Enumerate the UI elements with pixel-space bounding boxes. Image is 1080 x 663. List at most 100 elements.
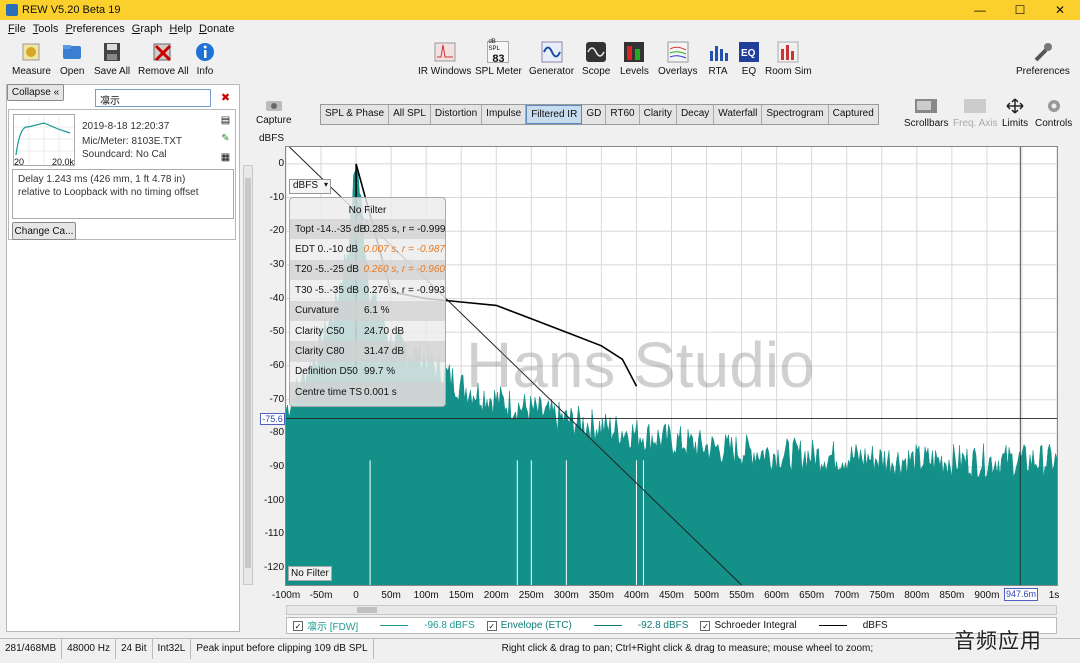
remove-measurement-icon[interactable]: ✖ [220,93,231,104]
save-all-button[interactable]: Save All [94,41,130,77]
controls-button[interactable]: Controls [1035,98,1072,129]
preferences-button[interactable]: Preferences [1016,41,1070,77]
tab-distortion[interactable]: Distortion [431,105,483,124]
eq-button[interactable]: EQ EQ [737,41,761,77]
save-measurement-icon[interactable]: ▤ [220,115,231,126]
scrollbar-thumb[interactable] [245,178,251,568]
collapse-button[interactable]: Collapse « [7,84,64,101]
unit-selector[interactable]: dBFS ▾ [289,179,331,194]
minimize-button[interactable]: — [960,0,1000,20]
spl-meter-button[interactable]: dB SPL 83 SPL Meter [475,39,522,77]
overlay-row-value: 24.70 dB [364,325,405,337]
overlay-row-key: Curvature [295,305,339,317]
info-button[interactable]: Info [193,41,217,77]
tab-impulse[interactable]: Impulse [482,105,527,124]
overlay-row-key: Centre time TS [295,386,363,398]
maximize-button[interactable]: ☐ [1000,0,1040,20]
tab-captured[interactable]: Captured [829,105,878,124]
scope-button[interactable]: Scope [582,41,610,77]
overlay-row-key: Clarity C80 [295,346,345,358]
edit-notes-icon[interactable]: ✎ [220,133,231,144]
overlay-row: Centre time TS 0.001 s [290,382,445,403]
close-button[interactable]: ✕ [1040,0,1080,20]
x-tick-label: 100m [413,590,439,601]
y-tick-label: -70 [269,393,284,405]
info-icon [193,41,217,63]
thumb-x-min: 20 [14,157,25,167]
decay-results-overlay: No Filter Topt -14..-35 dB 0.285 s, r = -… [289,197,446,407]
menu-preferences[interactable]: Preferences [65,23,124,35]
legend-envelope[interactable]: ✓ Envelope (ETC) -92.8 dBFS [481,620,688,631]
legend-schroeder[interactable]: ✓ Schroeder Integral dBFS [694,620,888,631]
freq-axis-button[interactable]: Freq. Axis [953,98,997,129]
checkbox-icon[interactable]: ✓ [700,620,711,631]
remove-all-button[interactable]: Remove All [138,41,189,77]
measurement-name-field[interactable]: 凛示 [95,89,211,107]
y-tick-label: -20 [269,225,284,237]
status-peak-input: Peak input before clipping 109 dB SPL [191,638,374,659]
open-button[interactable]: Open [60,41,84,77]
checkbox-icon[interactable]: ✓ [293,620,303,631]
overlay-row: Curvature 6.1 % [290,300,445,321]
collapse-icon: « [53,87,60,98]
ir-windows-icon [433,41,457,63]
tab-decay[interactable]: Decay [677,105,715,124]
menu-file[interactable]: File [8,23,26,35]
tab-gd[interactable]: GD [582,105,607,124]
overlay-row-value: 0.285 s, r = -0.999 [364,223,446,235]
overlays-button[interactable]: Overlays [658,41,697,77]
overlay-row: T30 -5..-35 dB 0.276 s, r = -0.993 [290,280,445,300]
scrollbars-button[interactable]: Scrollbars [904,98,948,129]
tab-all-spl[interactable]: All SPL [389,105,431,124]
overlay-rows: Topt -14..-35 dB 0.285 s, r = -0.999 EDT 0… [290,219,445,403]
freq-axis-icon [963,98,987,114]
limits-icon [1003,98,1027,114]
scrollbar-knob[interactable] [357,607,377,613]
measurement-info-icon[interactable]: ▦ [220,152,231,163]
tab-spl-phase[interactable]: SPL & Phase [321,105,390,124]
measure-button[interactable]: Measure [12,41,51,77]
plot-horizontal-scrollbar[interactable] [286,605,1057,615]
window-title: REW V5.20 Beta 19 [22,4,121,16]
rta-button[interactable]: RTA [706,41,730,77]
status-memory: 281/468MB [0,638,63,659]
tab-rt60[interactable]: RT60 [606,105,640,124]
x-tick-label: 400m [623,590,649,601]
levels-button[interactable]: Levels [620,41,649,77]
overlay-row: EDT 0..-10 dB 0.007 s, r = -0.987 [290,239,445,259]
y-tick-label: -40 [269,292,284,304]
cursor-x-readout: 947.6m [1004,588,1038,601]
status-bar: 281/468MB 48000 Hz 24 Bit Int32L Peak in… [0,638,1080,659]
remove-all-icon [151,41,175,63]
overlays-icon [666,41,690,63]
tab-spectrogram[interactable]: Spectrogram [762,105,829,124]
microphone-icon [19,41,43,63]
overlay-row-value: 0.260 s, r = -0.960 [363,264,445,276]
menu-graph[interactable]: Graph [132,23,163,35]
measurement-notes[interactable]: Delay 1.243 ms (426 mm, 1 ft 4.78 in) re… [12,169,234,219]
ir-windows-button[interactable]: IR Windows [418,41,471,77]
menu-tools[interactable]: Tools [33,23,59,35]
tab-filtered-ir[interactable]: Filtered IR [526,105,583,124]
tab-clarity[interactable]: Clarity [640,105,677,124]
limits-button[interactable]: Limits [1002,98,1028,129]
checkbox-icon[interactable]: ✓ [486,620,497,631]
menu-donate[interactable]: Donate [199,23,234,35]
y-tick-label: -110 [264,528,284,540]
wrench-icon [1031,41,1055,63]
menu-help[interactable]: Help [169,23,192,35]
legend-ir[interactable]: ✓ 凛示 [FDW] -96.8 dBFS [287,618,475,633]
rew-window: REW V5.20 Beta 19 — ☐ ✕ File Tools Prefe… [0,0,1080,663]
filter-tag: No Filter [288,566,332,581]
change-cal-button[interactable]: Change Ca... [12,222,76,240]
generator-button[interactable]: Generator [529,41,574,77]
x-tick-label: 450m [658,590,685,601]
capture-button[interactable]: Capture [256,97,292,126]
y-tick-label: 0 [278,157,284,169]
measurement-soundcard: Soundcard: No Cal [82,149,167,160]
tab-waterfall[interactable]: Waterfall [714,105,763,124]
x-tick-label: 800m [904,590,930,601]
overlay-row-key: Definition D50 [295,366,358,378]
room-sim-button[interactable]: Room Sim [765,41,812,77]
left-scrollbar[interactable] [243,165,253,585]
